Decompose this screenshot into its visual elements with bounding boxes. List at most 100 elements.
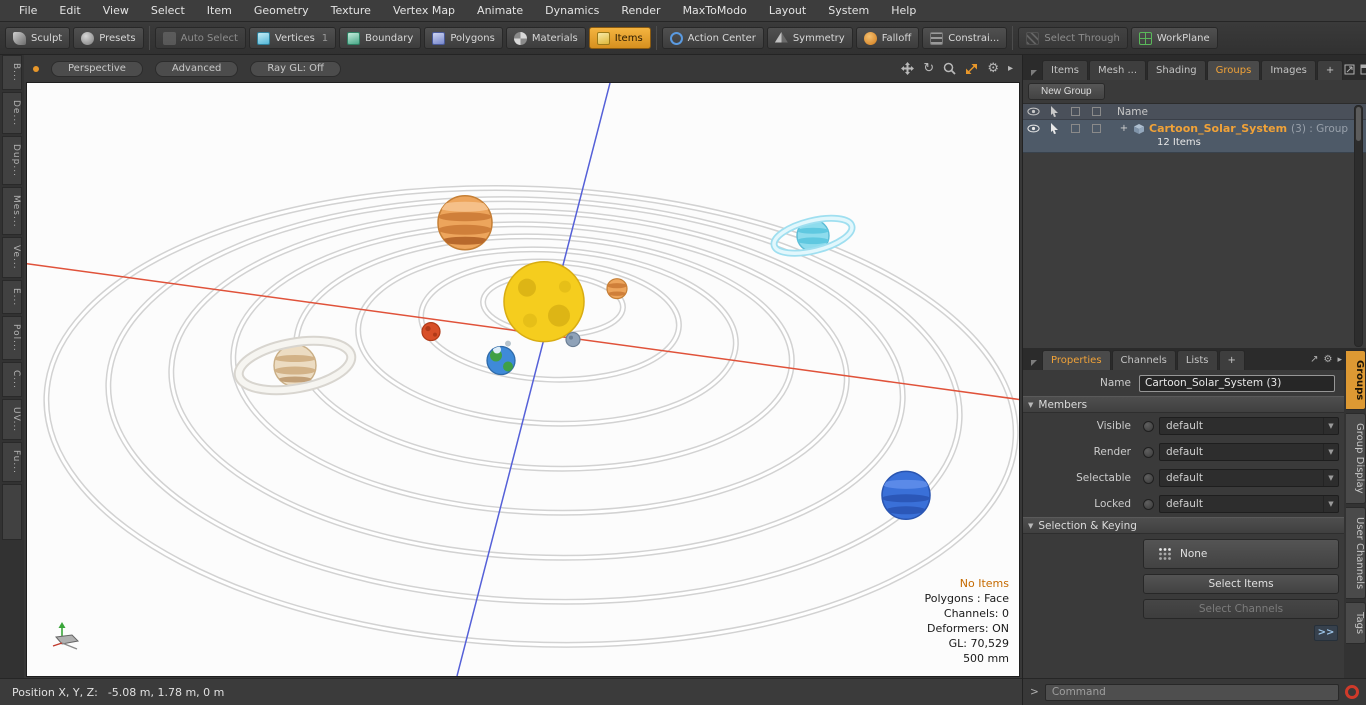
gear-icon[interactable]: ⚙ <box>1324 354 1333 365</box>
menu-file[interactable]: File <box>8 0 48 21</box>
moon[interactable] <box>505 340 511 347</box>
menu-dynamics[interactable]: Dynamics <box>534 0 610 21</box>
menu-render[interactable]: Render <box>610 0 671 21</box>
macro-record-icon[interactable] <box>1345 685 1359 699</box>
command-input[interactable] <box>1044 683 1339 701</box>
expand-more-button[interactable]: >> <box>1314 625 1338 641</box>
left-strip-tab-8[interactable]: UV... <box>2 398 22 440</box>
edge-tab-group-display[interactable]: Group Display <box>1346 413 1366 504</box>
select-items-button[interactable]: Select Items <box>1143 574 1339 594</box>
tab-channels[interactable]: Channels <box>1111 350 1176 370</box>
vertices-mode-button[interactable]: Vertices 1 <box>248 27 337 49</box>
left-strip-tab-6[interactable]: Pol... <box>2 316 22 360</box>
gear-icon[interactable]: ⚙ <box>987 61 999 76</box>
new-group-button[interactable]: New Group <box>1028 83 1105 100</box>
viewport-shading-button[interactable]: Advanced <box>154 60 239 77</box>
menu-vertex-map[interactable]: Vertex Map <box>382 0 466 21</box>
left-strip-tab-blank[interactable] <box>2 483 22 540</box>
left-strip-tab-5[interactable]: E... <box>2 279 22 315</box>
row-visibility-toggle[interactable] <box>1023 123 1044 134</box>
panel-arrow-icon[interactable]: ▸ <box>1008 63 1013 74</box>
menu-help[interactable]: Help <box>880 0 927 21</box>
menu-geometry[interactable]: Geometry <box>243 0 320 21</box>
row-filter-toggle[interactable] <box>1065 123 1086 134</box>
constraints-button[interactable]: Constrai... <box>922 27 1008 49</box>
menu-system[interactable]: System <box>817 0 880 21</box>
filter-column-header[interactable] <box>1065 107 1086 116</box>
expand-panel-icon[interactable]: ↗ <box>1310 354 1318 365</box>
visible-dropdown[interactable]: default ▼ <box>1159 417 1339 435</box>
selection-keying-section-header[interactable]: ▼ Selection & Keying <box>1023 517 1344 534</box>
row-render-toggle[interactable] <box>1086 123 1107 134</box>
menu-maxtomodo[interactable]: MaxToModo <box>672 0 758 21</box>
zoom-icon[interactable] <box>943 62 956 75</box>
viewport-mode-button[interactable]: Perspective <box>51 60 143 77</box>
group-name-field[interactable]: Cartoon_Solar_System (3) <box>1139 374 1335 392</box>
select-channels-button[interactable]: Select Channels <box>1143 599 1339 619</box>
maximize-icon[interactable] <box>965 62 978 75</box>
items-mode-button[interactable]: Items <box>588 27 651 49</box>
group-list-row-selected[interactable]: + Cartoon_Solar_System (3) : Group 12 It… <box>1023 120 1366 153</box>
planet-jupiter[interactable] <box>437 195 493 251</box>
tab-lists[interactable]: Lists <box>1176 350 1218 370</box>
panel-corner-icon[interactable] <box>1031 70 1037 76</box>
left-strip-tab-0[interactable]: B... <box>2 55 22 90</box>
select-through-button[interactable]: Select Through <box>1018 27 1128 49</box>
viewport-menu-dot[interactable] <box>33 65 39 72</box>
left-strip-tab-2[interactable]: Dup... <box>2 135 22 185</box>
visibility-column-header[interactable] <box>1023 107 1044 116</box>
tab-items[interactable]: Items <box>1042 60 1088 80</box>
materials-mode-button[interactable]: Materials <box>505 27 586 49</box>
menu-view[interactable]: View <box>92 0 140 21</box>
edge-tab-user-channels[interactable]: User Channels <box>1346 506 1366 599</box>
edge-tab-groups[interactable]: Groups <box>1346 350 1366 411</box>
left-strip-tab-9[interactable]: Fu... <box>2 441 22 482</box>
polygons-mode-button[interactable]: Polygons <box>424 27 503 49</box>
group-name[interactable]: Cartoon_Solar_System <box>1149 122 1287 135</box>
panel-corner-icon[interactable] <box>1031 360 1037 366</box>
panel-options-icon[interactable] <box>1360 64 1366 75</box>
workplane-button[interactable]: WorkPlane <box>1130 27 1218 49</box>
selectable-dropdown[interactable]: default ▼ <box>1159 469 1339 487</box>
select-column-header[interactable] <box>1044 106 1065 117</box>
viewport-3d-canvas[interactable]: No Items Polygons : Face Channels: 0 Def… <box>26 82 1020 677</box>
menu-layout[interactable]: Layout <box>758 0 817 21</box>
action-center-button[interactable]: Action Center <box>661 27 764 49</box>
menu-edit[interactable]: Edit <box>48 0 91 21</box>
sculpt-button[interactable]: Sculpt <box>5 27 71 49</box>
planet-neptune[interactable] <box>881 470 931 521</box>
visible-keyframe-toggle[interactable] <box>1143 420 1154 432</box>
menu-animate[interactable]: Animate <box>466 0 534 21</box>
tab-properties[interactable]: Properties <box>1042 350 1111 370</box>
planet-mars[interactable] <box>421 321 441 342</box>
menu-texture[interactable]: Texture <box>320 0 382 21</box>
group-list-empty-area[interactable] <box>1023 153 1366 348</box>
viewport-raygl-button[interactable]: Ray GL: Off <box>250 60 341 77</box>
render-dropdown[interactable]: default ▼ <box>1159 443 1339 461</box>
tab-mesh[interactable]: Mesh ... <box>1088 60 1147 80</box>
left-strip-tab-4[interactable]: Ve... <box>2 237 22 278</box>
menu-select[interactable]: Select <box>140 0 196 21</box>
auto-select-button[interactable]: Auto Select <box>154 27 246 49</box>
add-tab-button[interactable]: + <box>1316 60 1344 80</box>
tab-groups[interactable]: Groups <box>1206 60 1261 80</box>
symmetry-button[interactable]: Symmetry <box>766 27 853 49</box>
tab-shading[interactable]: Shading <box>1147 60 1206 80</box>
locked-dropdown[interactable]: default ▼ <box>1159 495 1339 513</box>
left-strip-tab-1[interactable]: De... <box>2 91 22 134</box>
group-list-scrollbar[interactable] <box>1354 105 1363 347</box>
falloff-button[interactable]: Falloff <box>855 27 920 49</box>
panel-arrow-icon[interactable]: ▸ <box>1337 355 1342 365</box>
planet-mercury[interactable] <box>565 331 581 348</box>
locked-keyframe-toggle[interactable] <box>1143 498 1154 510</box>
none-button[interactable]: None <box>1143 539 1339 569</box>
dock-icon[interactable] <box>1344 64 1355 75</box>
selectable-keyframe-toggle[interactable] <box>1143 472 1154 484</box>
planet-earth[interactable] <box>486 340 516 376</box>
menu-item[interactable]: Item <box>196 0 243 21</box>
solar-system-scene[interactable] <box>27 83 1019 676</box>
tab-images[interactable]: Images <box>1261 60 1316 80</box>
boundary-mode-button[interactable]: Boundary <box>339 27 422 49</box>
left-strip-tab-3[interactable]: Mes... <box>2 186 22 236</box>
rotate-icon[interactable]: ↻ <box>923 61 934 76</box>
